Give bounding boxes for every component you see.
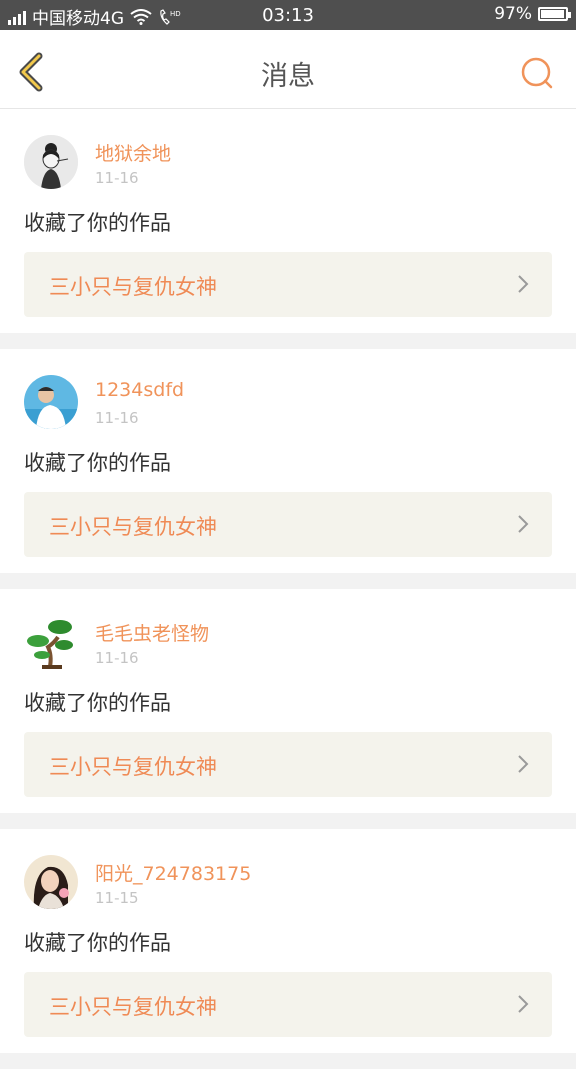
work-link[interactable]: 三小只与复仇女神 xyxy=(24,972,552,1037)
search-icon[interactable] xyxy=(520,56,556,92)
message-action: 收藏了你的作品 xyxy=(24,691,171,715)
username[interactable]: 阳光_724783175 xyxy=(95,859,251,886)
battery-fill xyxy=(541,10,564,18)
message-card: 1234sdfd 11-16 收藏了你的作品 三小只与复仇女神 xyxy=(0,349,576,573)
message-action: 收藏了你的作品 xyxy=(24,211,171,235)
avatar-beach-icon xyxy=(24,375,78,429)
avatar-bonsai-icon xyxy=(24,615,78,669)
status-right: 97% xyxy=(494,4,571,24)
chevron-right-icon xyxy=(518,515,529,533)
status-time: 03:13 xyxy=(262,5,314,26)
work-link[interactable]: 三小只与复仇女神 xyxy=(24,492,552,557)
work-title: 三小只与复仇女神 xyxy=(49,995,217,1019)
message-card: 地狱余地 11-16 收藏了你的作品 三小只与复仇女神 xyxy=(0,109,576,333)
username[interactable]: 1234sdfd xyxy=(95,379,184,401)
message-date: 11-15 xyxy=(95,889,139,907)
nav-bar: 消息 xyxy=(0,30,576,109)
chevron-right-icon xyxy=(518,275,529,293)
page-title: 消息 xyxy=(261,61,315,92)
message-date: 11-16 xyxy=(95,169,139,187)
message-action: 收藏了你的作品 xyxy=(24,451,171,475)
chevron-right-icon xyxy=(518,995,529,1013)
username[interactable]: 毛毛虫老怪物 xyxy=(95,619,209,646)
work-title: 三小只与复仇女神 xyxy=(49,275,217,299)
message-date: 11-16 xyxy=(95,409,139,427)
message-list: 地狱余地 11-16 收藏了你的作品 三小只与复仇女神 1234sdfd 11-… xyxy=(0,109,576,1069)
work-link[interactable]: 三小只与复仇女神 xyxy=(24,252,552,317)
username[interactable]: 地狱余地 xyxy=(95,139,171,166)
battery-percent: 97% xyxy=(494,4,532,24)
message-card: 毛毛虫老怪物 11-16 收藏了你的作品 三小只与复仇女神 xyxy=(0,589,576,813)
battery-icon xyxy=(538,7,571,21)
avatar-girl-sketch-icon xyxy=(24,135,78,189)
message-date: 11-16 xyxy=(95,649,139,667)
message-card: 阳光_724783175 11-15 收藏了你的作品 三小只与复仇女神 xyxy=(0,829,576,1053)
avatar-woman-icon xyxy=(24,855,78,909)
user-avatar[interactable] xyxy=(24,375,78,429)
chevron-right-icon xyxy=(518,755,529,773)
user-avatar[interactable] xyxy=(24,135,78,189)
user-avatar[interactable] xyxy=(24,615,78,669)
work-title: 三小只与复仇女神 xyxy=(49,755,217,779)
message-action: 收藏了你的作品 xyxy=(24,931,171,955)
status-bar: 中国移动4G HD 03:13 97% xyxy=(0,0,576,30)
user-avatar[interactable] xyxy=(24,855,78,909)
work-link[interactable]: 三小只与复仇女神 xyxy=(24,732,552,797)
work-title: 三小只与复仇女神 xyxy=(49,515,217,539)
